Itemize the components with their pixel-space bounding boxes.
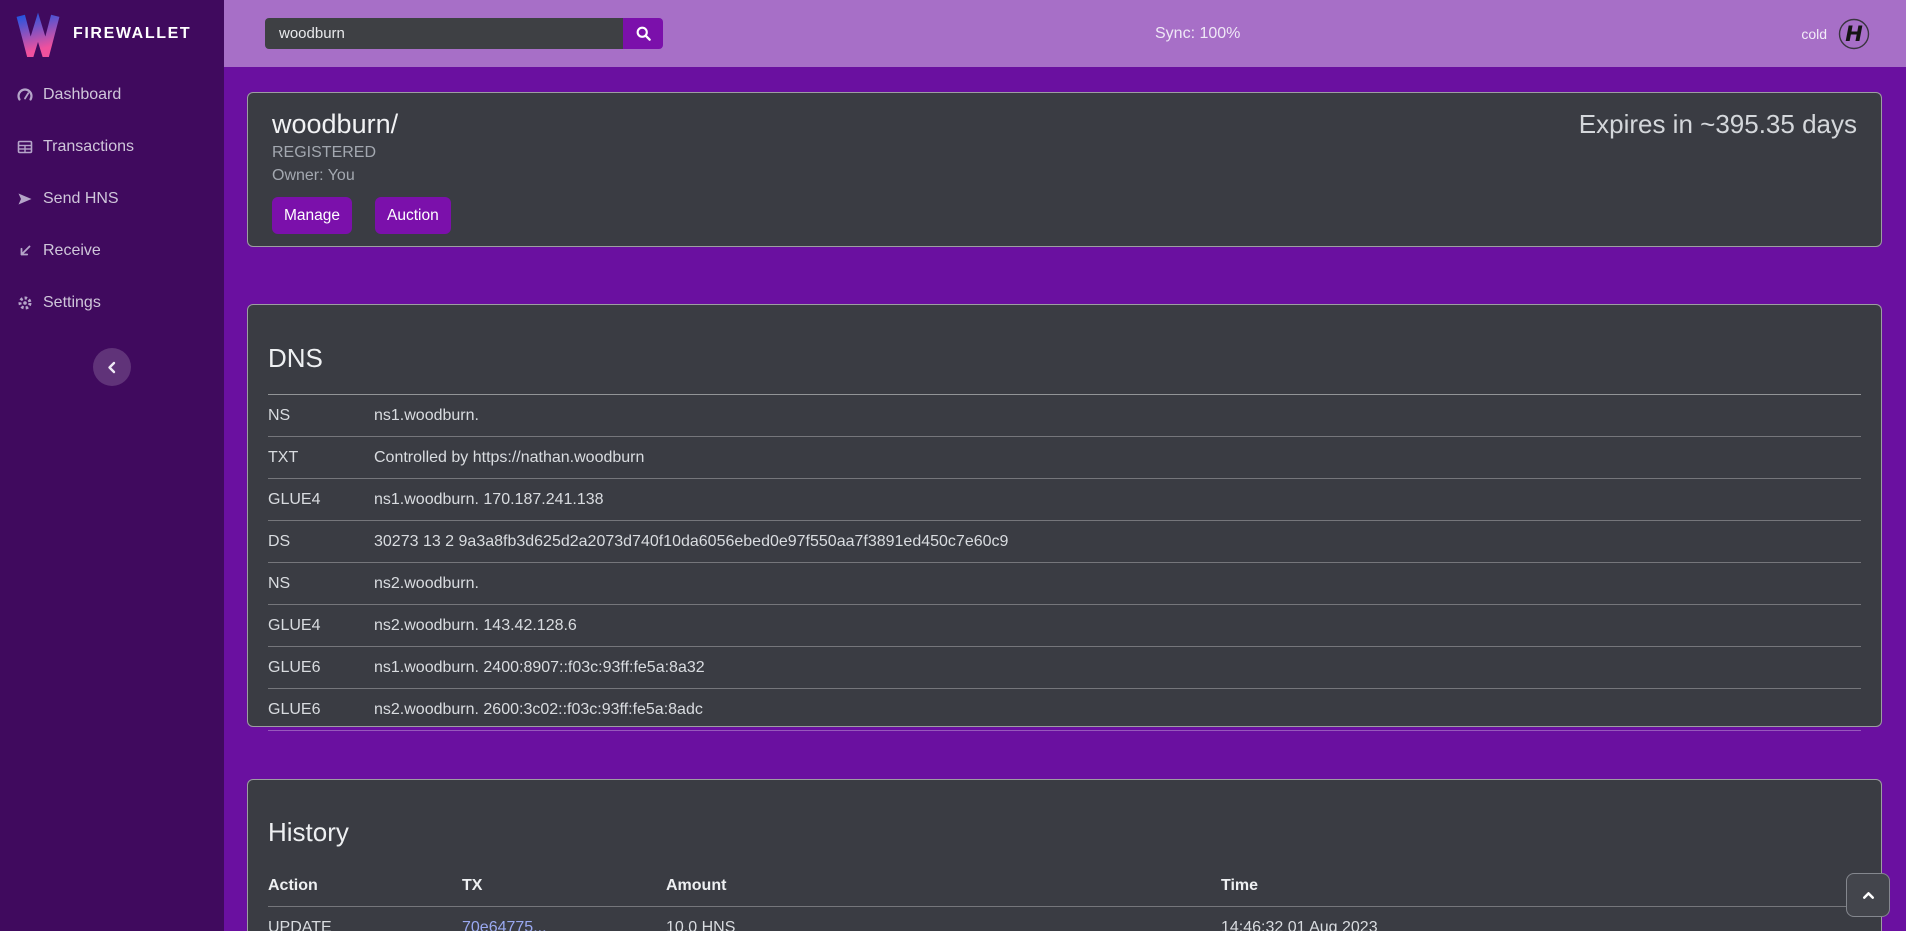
search-input[interactable] [265,18,623,49]
gear-icon [17,295,33,311]
topbar: Sync: 100% cold H [224,0,1906,67]
dns-record-row: DS 30273 13 2 9a3a8fb3d625d2a2073d740f10… [268,521,1861,563]
domain-owner: Owner: You [272,167,1857,185]
dns-card: DNS NS ns1.woodburn. TXT Controlled by h… [247,304,1882,727]
history-col-tx: TX [462,876,666,895]
sidebar-item-label: Receive [43,242,101,260]
sidebar-item-label: Dashboard [43,86,121,104]
domain-name-title: woodburn/ [272,109,398,139]
dns-record-value: ns2.woodburn. [374,573,1861,594]
history-table: Action TX Amount Time UPDATE 70e64775...… [268,868,1861,931]
dns-record-value: 30273 13 2 9a3a8fb3d625d2a2073d740f10da6… [374,531,1861,552]
dns-record-row: NS ns2.woodburn. [268,563,1861,605]
history-time-cell: 14:46:32 01 Aug 2023 [1221,918,1861,931]
search-button[interactable] [623,18,663,49]
dns-record-value: ns2.woodburn. 2600:3c02::f03c:93ff:fe5a:… [374,699,1861,720]
dns-record-value: ns1.woodburn. 2400:8907::f03c:93ff:fe5a:… [374,657,1861,678]
sync-status: Sync: 100% [1155,25,1240,43]
auction-button[interactable]: Auction [375,197,451,234]
sidebar-item-dashboard[interactable]: Dashboard [17,84,224,106]
dns-record-type: TXT [268,447,374,468]
history-col-action: Action [268,876,462,895]
wallet-menu-button[interactable]: H [1838,18,1870,50]
domain-actions: Manage Auction [272,197,1857,234]
chevron-left-icon [103,358,122,377]
dns-record-row: GLUE6 ns2.woodburn. 2600:3c02::f03c:93ff… [268,689,1861,731]
chevron-up-icon [1860,887,1877,904]
domain-expiry-text: Expires in ~395.35 days [1579,109,1857,139]
search-group [265,18,663,49]
sidebar-item-receive[interactable]: Receive [17,240,224,262]
sidebar-item-transactions[interactable]: Transactions [17,136,224,158]
send-icon [17,191,33,207]
dns-record-value: ns2.woodburn. 143.42.128.6 [374,615,1861,636]
sidebar-item-label: Transactions [43,138,134,156]
history-row: UPDATE 70e64775... 10.0 HNS 14:46:32 01 … [268,906,1861,931]
sidebar-item-label: Settings [43,294,101,312]
domain-status: REGISTERED [272,144,1857,162]
domain-card: woodburn/ Expires in ~395.35 days REGIST… [247,92,1882,247]
dns-record-value: ns1.woodburn. [374,405,1861,426]
dns-card-title: DNS [268,343,1861,373]
dns-record-value: Controlled by https://nathan.woodburn [374,447,1861,468]
dns-record-row: NS ns1.woodburn. [268,395,1861,437]
handshake-logo-icon: H [1838,18,1870,50]
brand-home-link[interactable]: FIREWALLET [0,0,224,67]
app-window: FIREWALLET Dashboard Transactions Send H… [0,0,1906,931]
dns-record-row: GLUE4 ns1.woodburn. 170.187.241.138 [268,479,1861,521]
sidebar-item-send-hns[interactable]: Send HNS [17,188,224,210]
manage-button[interactable]: Manage [272,197,352,234]
tx-link[interactable]: 70e64775... [462,919,547,931]
dns-record-value: ns1.woodburn. 170.187.241.138 [374,489,1861,510]
history-col-amount: Amount [666,876,1221,895]
domain-card-header: woodburn/ Expires in ~395.35 days [272,109,1857,139]
history-table-header: Action TX Amount Time [268,868,1861,906]
main-area: Sync: 100% cold H woodburn/ Expires in ~… [224,0,1906,931]
dns-record-row: TXT Controlled by https://nathan.woodbur… [268,437,1861,479]
magnifier-icon [635,25,652,42]
dns-record-type: GLUE6 [268,699,374,720]
sidebar-item-settings[interactable]: Settings [17,292,224,314]
page-content: woodburn/ Expires in ~395.35 days REGIST… [224,67,1906,931]
history-amount-cell: 10.0 HNS [666,918,1221,931]
sidebar-nav: Dashboard Transactions Send HNS Receive [0,67,224,314]
history-action-cell: UPDATE [268,918,462,931]
sidebar: FIREWALLET Dashboard Transactions Send H… [0,0,224,931]
dns-record-type: NS [268,405,374,426]
table-icon [17,139,33,155]
dns-record-type: GLUE6 [268,657,374,678]
sidebar-item-label: Send HNS [43,190,119,208]
dns-record-row: GLUE4 ns2.woodburn. 143.42.128.6 [268,605,1861,647]
svg-text:H: H [1845,22,1863,46]
sidebar-collapse-button[interactable] [93,348,131,386]
dns-record-type: GLUE4 [268,489,374,510]
wallet-name: cold [1801,26,1827,42]
scroll-to-top-button[interactable] [1846,873,1890,917]
receive-arrow-icon [17,243,33,259]
speedometer-icon [17,87,33,103]
dns-record-type: DS [268,531,374,552]
dns-records-table: NS ns1.woodburn. TXT Controlled by https… [268,394,1861,731]
firewallet-w-logo-icon [15,11,61,57]
history-card: History Action TX Amount Time UPDATE 70e… [247,779,1882,931]
brand-name: FIREWALLET [73,25,191,43]
dns-record-row: GLUE6 ns1.woodburn. 2400:8907::f03c:93ff… [268,647,1861,689]
dns-record-type: NS [268,573,374,594]
history-card-title: History [268,817,1861,847]
history-col-time: Time [1221,876,1861,895]
wallet-indicator: cold H [1801,18,1870,50]
dns-record-type: GLUE4 [268,615,374,636]
